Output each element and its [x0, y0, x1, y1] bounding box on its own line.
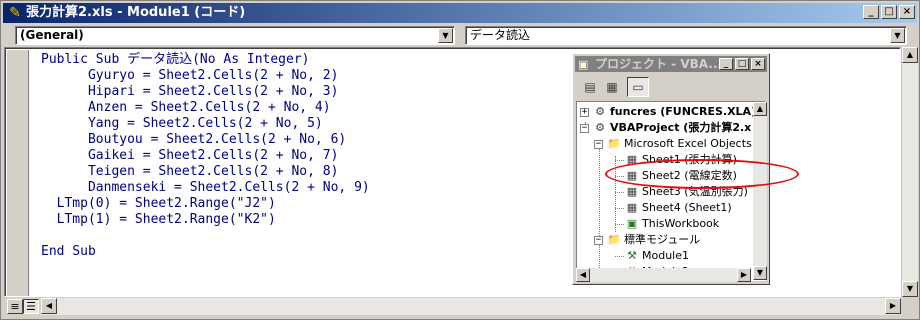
project-tree-vertical-scrollbar[interactable]: ▲ ▼ [753, 102, 767, 280]
tree-node-label: 標準モジュール [624, 233, 701, 246]
project-tree[interactable]: + ⚙ funcres (FUNCRES.XLA) − ⚙ VBAProject (張力計… [576, 101, 766, 281]
tree-node-label: Sheet4 (Sheet1) [642, 201, 732, 214]
tree-guide-line [615, 256, 624, 257]
project-explorer-icon: ▣ [578, 58, 589, 71]
tree-scroll-right-icon[interactable]: ▶ [737, 268, 751, 282]
collapse-icon[interactable]: − [594, 140, 603, 149]
view-object-icon[interactable]: ▦ [601, 77, 623, 97]
procedure-view-icon[interactable]: ≡ [7, 299, 23, 314]
panel-minimize-button[interactable]: _ [719, 58, 733, 70]
code-line[interactable] [41, 228, 370, 244]
vba-project-icon: ⚙ [595, 121, 605, 134]
project-tree-horizontal-scrollbar[interactable]: ◀ ▶ [576, 268, 751, 282]
code-line[interactable]: Gyuryo = Sheet2.Cells(2 + No, 2) [41, 68, 370, 84]
tree-node[interactable]: ⚙ VBAProject (張力計算2.x [593, 120, 751, 136]
tree-scroll-down-icon[interactable]: ▼ [753, 266, 767, 280]
code-line[interactable]: Danmenseki = Sheet2.Cells(2 + No, 9) [41, 180, 370, 196]
code-line[interactable]: Hipari = Sheet2.Cells(2 + No, 3) [41, 84, 370, 100]
code-line[interactable]: LTmp(1) = Sheet2.Range("K2") [41, 212, 370, 228]
vba-module-icon: ✎ [9, 5, 21, 21]
tree-node[interactable]: ⚙ funcres (FUNCRES.XLA) [593, 104, 756, 120]
collapse-icon[interactable]: − [594, 236, 603, 245]
code-line[interactable]: End Sub [41, 244, 370, 260]
procedure-combo-value: データ読込 [470, 28, 531, 42]
tree-guide-line [615, 192, 624, 193]
tree-guide-line [615, 224, 624, 225]
tree-node[interactable]: 📁 Microsoft Excel Objects [607, 136, 752, 152]
sheet-icon: ▦ [626, 185, 638, 198]
scroll-down-icon[interactable]: ▼ [902, 281, 918, 297]
object-combo-value: (General) [20, 28, 84, 42]
sheet-icon: ▦ [626, 201, 638, 214]
code-line[interactable]: Teigen = Sheet2.Cells(2 + No, 8) [41, 164, 370, 180]
panel-restore-button[interactable]: □ [735, 58, 749, 70]
tree-guide-line [615, 160, 624, 161]
collapse-icon[interactable]: − [580, 124, 589, 133]
tree-node[interactable]: ▦ Sheet4 (Sheet1) [625, 200, 732, 216]
tree-node-label: funcres (FUNCRES.XLA) [610, 105, 757, 118]
module-icon: ⚒ [627, 249, 637, 262]
project-explorer-title: プロジェクト - VBA... [595, 57, 722, 71]
folder-icon: 📁 [607, 137, 621, 150]
tree-node-label: VBAProject (張力計算2.x [610, 121, 752, 134]
procedure-combo[interactable]: データ読込 ▼ [465, 26, 907, 45]
tree-node[interactable]: 📁 標準モジュール [607, 232, 700, 248]
minimize-button[interactable]: _ [863, 5, 879, 19]
code-line[interactable]: Anzen = Sheet2.Cells(2 + No, 4) [41, 100, 370, 116]
toggle-folders-icon[interactable]: ▭ [627, 77, 649, 97]
project-explorer-title-bar[interactable]: ▣ プロジェクト - VBA... _ □ × [575, 56, 767, 72]
vba-project-icon: ⚙ [595, 105, 605, 118]
tree-scroll-left-icon[interactable]: ◀ [576, 268, 590, 282]
tree-node[interactable]: ⚒ Module1 [625, 248, 689, 264]
scroll-up-icon[interactable]: ▲ [902, 47, 918, 63]
full-module-view-icon[interactable]: ☰ [23, 299, 39, 314]
scroll-right-icon[interactable]: ▶ [885, 298, 901, 314]
object-combo-dropdown-icon[interactable]: ▼ [438, 28, 453, 43]
tree-node-label: Microsoft Excel Objects [624, 137, 752, 150]
tree-guide-line [599, 140, 600, 280]
horizontal-scrollbar[interactable]: ◀ ▶ [41, 298, 901, 315]
code-text[interactable]: Public Sub データ読込(No As Integer) Gyuryo =… [41, 52, 370, 260]
workbook-icon: ▣ [626, 217, 638, 230]
object-combo[interactable]: (General) ▼ [15, 26, 455, 45]
tree-node-label: Module1 [642, 249, 689, 262]
tree-guide-line [615, 208, 624, 209]
title-bar[interactable]: ✎ 張力計算2.xls - Module1 (コード) _ □ × [3, 3, 917, 23]
procedure-combo-dropdown-icon[interactable]: ▼ [890, 28, 905, 43]
margin-indicator-bar[interactable] [7, 50, 29, 296]
expand-icon[interactable]: + [580, 108, 589, 117]
tree-node[interactable]: ▣ ThisWorkbook [625, 216, 719, 232]
project-explorer-toolbar: ▤ ▦ ▭ [575, 74, 767, 100]
view-code-icon[interactable]: ▤ [579, 77, 601, 97]
code-line[interactable]: Public Sub データ読込(No As Integer) [41, 52, 370, 68]
vertical-scrollbar[interactable]: ▲ ▼ [901, 47, 918, 297]
panel-close-button[interactable]: × [751, 58, 765, 70]
restore-button[interactable]: □ [881, 5, 897, 19]
code-line[interactable]: Boutyou = Sheet2.Cells(2 + No, 6) [41, 132, 370, 148]
highlight-ellipse [605, 159, 799, 189]
code-window: ✎ 張力計算2.xls - Module1 (コード) _ □ × (Gener… [0, 0, 920, 320]
close-button[interactable]: × [899, 5, 915, 19]
folder-icon: 📁 [607, 233, 621, 246]
code-line[interactable]: LTmp(0) = Sheet2.Range("J2") [41, 196, 370, 212]
tree-scroll-up-icon[interactable]: ▲ [753, 102, 767, 116]
window-title: 張力計算2.xls - Module1 (コード) [26, 5, 246, 20]
scroll-left-icon[interactable]: ◀ [41, 298, 57, 314]
code-line[interactable]: Gaikei = Sheet2.Cells(2 + No, 7) [41, 148, 370, 164]
code-line[interactable]: Yang = Sheet2.Cells(2 + No, 5) [41, 116, 370, 132]
tree-node-label: ThisWorkbook [642, 217, 720, 230]
